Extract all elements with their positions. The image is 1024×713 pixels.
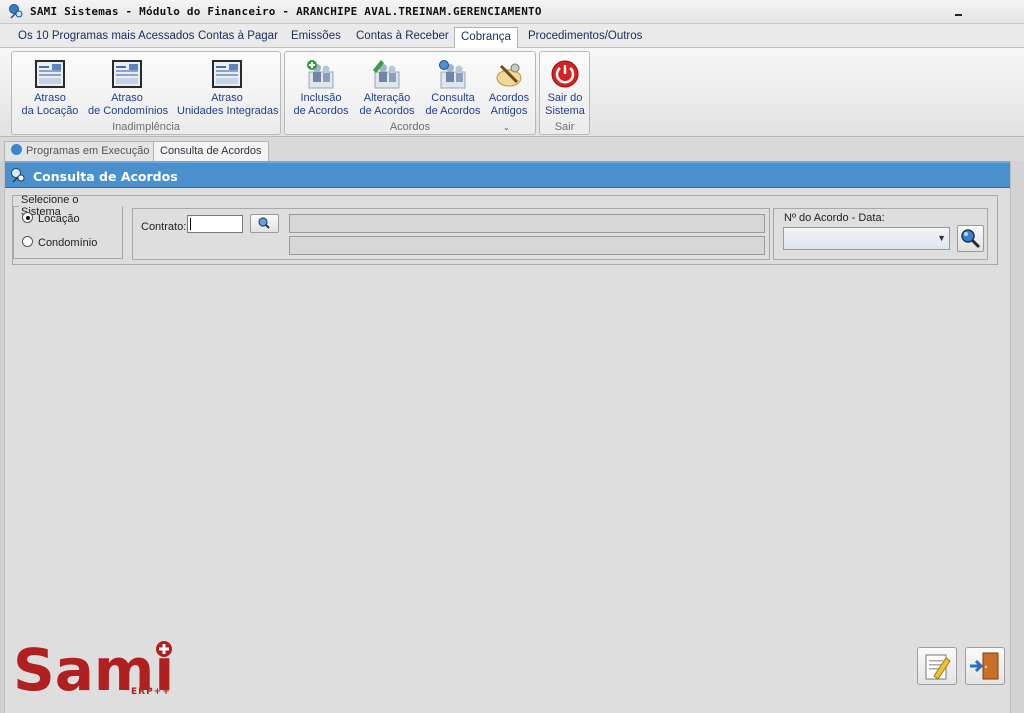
ribbon-group-label: Sair [554, 121, 575, 133]
page-title: Consulta de Acordos [33, 169, 178, 184]
tab-emissoes[interactable]: Emissões [285, 27, 347, 48]
window-title: SAMI Sistemas - Módulo do Financeiro - A… [30, 5, 542, 18]
power-icon [551, 60, 579, 88]
agreement-label: Nº do Acordo - Data: [784, 212, 885, 224]
title-bar: SAMI Sistemas - Módulo do Financeiro - A… [0, 0, 1024, 24]
contract-section: Contrato: [132, 208, 770, 260]
radio-button[interactable] [22, 236, 33, 247]
ribbon-group-label: Inadimplência [112, 121, 180, 133]
radio-button[interactable] [22, 212, 33, 223]
right-border [1010, 161, 1024, 713]
report-icon [212, 60, 242, 88]
sair-sistema-button[interactable]: Sair do Sistema [542, 58, 588, 118]
ribbon-group-label: Acordos [389, 121, 431, 133]
tab-cobranca[interactable]: Cobrança [454, 27, 518, 48]
ribbon-group-sair: Sair do Sistema Sair [539, 51, 590, 135]
search-agreement-icon [439, 60, 466, 89]
old-agreements-icon [496, 63, 522, 87]
exit-door-icon [970, 652, 999, 680]
document-tabs: Programas em Execução Consulta de Acordo… [0, 138, 1024, 162]
consulta-acordos-window: Consulta de Acordos Selecione o Sistema … [4, 161, 1011, 713]
edit-icon [925, 654, 951, 680]
report-icon [35, 60, 65, 88]
minimize-button[interactable] [948, 4, 968, 20]
tab-contas-a-pagar[interactable]: Contas à Pagar [192, 27, 284, 48]
radio-condominio[interactable]: Condomínio [22, 236, 97, 249]
tab-consulta-de-acordos[interactable]: Consulta de Acordos [153, 141, 269, 161]
chevron-down-icon[interactable]: ⌄ [503, 123, 510, 132]
contract-input[interactable] [187, 215, 243, 233]
ribbon-group-acordos: Inclusão de Acordos Alteração de Acordos [284, 51, 536, 135]
edit-agreement-icon [373, 60, 400, 89]
contract-label: Contrato: [141, 221, 187, 233]
app-icon [11, 168, 25, 183]
alteracao-acordos-button[interactable]: Alteração de Acordos [357, 58, 417, 118]
add-agreement-icon [307, 60, 334, 89]
report-icon [112, 60, 142, 88]
atraso-condominios-button[interactable]: Atraso de Condomínios [88, 58, 168, 118]
exit-button[interactable] [965, 647, 1005, 685]
menu-bar: Os 10 Programas mais Acessados Contas à … [0, 24, 1024, 48]
agreement-search-button[interactable] [957, 225, 984, 252]
app-icon [9, 4, 23, 19]
ribbon-group-inadimplencia: Atraso da Locação Atraso de Condomínios [11, 51, 281, 135]
search-icon [258, 217, 270, 229]
inclusao-acordos-button[interactable]: Inclusão de Acordos [291, 58, 351, 118]
agreement-select[interactable]: ▼ [783, 227, 950, 250]
contract-info-line-2 [289, 236, 765, 255]
atraso-unidades-integradas-button[interactable]: Atraso Unidades Integradas [177, 58, 279, 118]
pin-icon [11, 144, 22, 155]
tab-procedimentos-outros[interactable]: Procedimentos/Outros [522, 27, 648, 48]
tab-contas-a-receber[interactable]: Contas à Receber [350, 27, 455, 48]
consulta-acordos-button[interactable]: Consulta de Acordos [423, 58, 483, 118]
edit-button[interactable] [917, 647, 957, 685]
contract-info-line-1 [289, 214, 765, 233]
window-header: Consulta de Acordos [5, 161, 1011, 188]
atraso-locacao-button[interactable]: Atraso da Locação [18, 58, 82, 118]
agreement-section: Nº do Acordo - Data: ▼ [773, 208, 988, 260]
logo-subtitle: ERP++ [131, 687, 171, 697]
contract-search-button[interactable] [250, 214, 279, 233]
tab-programas-em-execucao[interactable]: Programas em Execução [4, 141, 157, 161]
tab-top-10[interactable]: Os 10 Programas mais Acessados [12, 27, 200, 48]
radio-locacao[interactable]: Locação [22, 212, 80, 225]
acordos-antigos-button[interactable]: Acordos Antigos [485, 58, 533, 118]
ribbon: Atraso da Locação Atraso de Condomínios [0, 48, 1024, 137]
system-selector: Selecione o Sistema [13, 194, 123, 259]
chevron-down-icon: ▼ [937, 233, 946, 243]
search-icon [961, 229, 981, 249]
